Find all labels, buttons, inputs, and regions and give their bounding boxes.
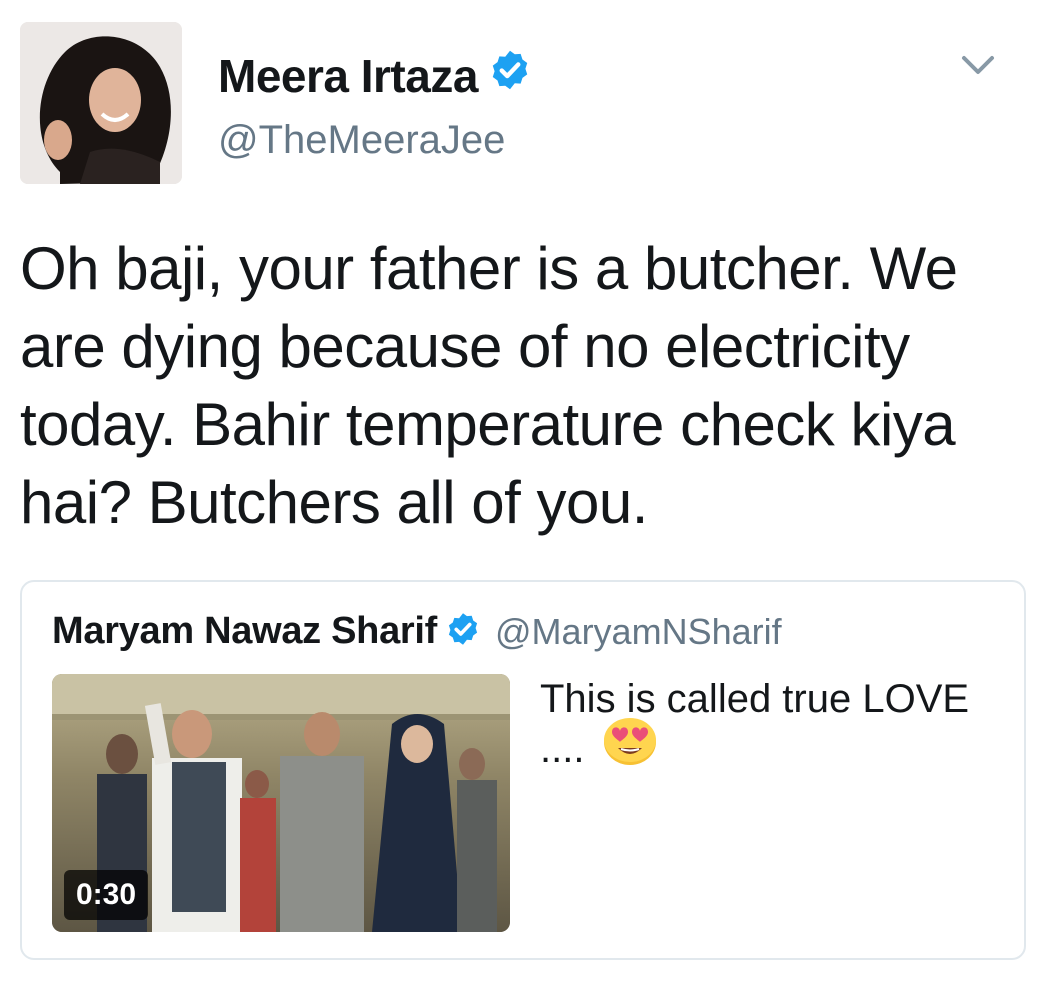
video-duration: 0:30 [64,870,149,920]
author-handle[interactable]: @TheMeeraJee [218,118,505,163]
quoted-author-name[interactable]: Maryam Nawaz Sharif [52,610,437,653]
verified-badge-icon [488,48,532,103]
smiling-face-heart-eyes-icon [602,714,658,778]
tweet-card: Meera Irtaza @TheMeeraJee Oh baji, your … [0,0,1064,982]
author-name-text[interactable]: Meera Irtaza [218,49,478,103]
author-avatar[interactable] [20,22,182,184]
quoted-author-handle[interactable]: @MaryamNSharif [495,611,782,653]
quoted-tweet-card[interactable]: Maryam Nawaz Sharif @MaryamNSharif 0:30 … [20,580,1026,960]
author-name[interactable]: Meera Irtaza [218,48,532,103]
chevron-down-icon[interactable] [958,50,998,80]
video-thumbnail[interactable]: 0:30 [52,674,510,932]
tweet-text: Oh baji, your father is a butcher. We ar… [20,235,958,536]
quoted-tweet-header: Maryam Nawaz Sharif @MaryamNSharif [52,610,782,653]
verified-badge-icon [445,611,481,652]
quoted-tweet-text: This is called true LOVE .... [540,674,980,778]
